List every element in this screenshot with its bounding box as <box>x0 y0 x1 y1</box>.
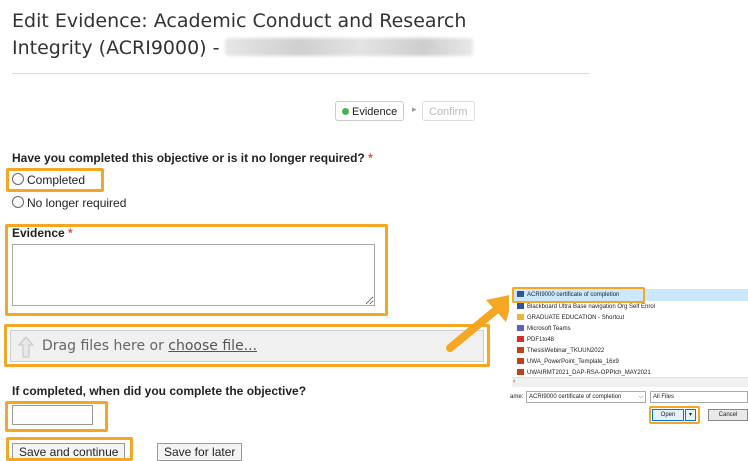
file-item[interactable]: PDF1to48 <box>517 336 554 343</box>
file-item-label: Blackboard Ultra Base navigation Org Sel… <box>527 304 656 310</box>
file-doc-icon <box>517 291 524 297</box>
title-course-text: Integrity (ACRI9000) - <box>12 37 220 59</box>
step-evidence-label: Evidence <box>352 106 398 118</box>
date-question: If completed, when did you complete the … <box>12 384 307 398</box>
pdf-icon <box>517 336 524 342</box>
file-item-label: ACRI9000 certificate of completion <box>527 292 620 298</box>
filename-label: ame: <box>510 394 524 400</box>
teams-icon <box>517 325 524 331</box>
file-item[interactable]: UWA_PowerPoint_Template_16x9 <box>517 358 619 365</box>
file-item-label: ThesisWebinar_TKUUN2022 <box>527 348 605 354</box>
required-mark: * <box>368 151 373 165</box>
step-separator-icon: ▸ <box>412 104 417 114</box>
step-confirm-label: Confirm <box>429 106 468 118</box>
scroll-left-icon[interactable]: ‹ <box>513 378 515 385</box>
file-item[interactable]: UWAIRMT2021_DAP-RSA-OPPtch_MAY2021 <box>517 369 651 376</box>
ppt-icon <box>517 358 524 364</box>
file-item-label: GRADUATE EDUCATION - Shortcut <box>527 315 625 321</box>
title-line-2: Integrity (ACRI9000) - <box>12 35 572 62</box>
file-item-label: UWA_PowerPoint_Template_16x9 <box>527 359 619 365</box>
radio-no-longer-required-label: No longer required <box>27 196 127 210</box>
highlight-completed <box>6 168 104 192</box>
file-item[interactable]: ThesisWebinar_TKUUN2022 <box>517 347 604 354</box>
step-confirm: Confirm <box>422 101 475 121</box>
folder-shortcut-icon <box>517 314 524 320</box>
file-item-label: Microsoft Teams <box>527 326 571 332</box>
file-item[interactable]: Blackboard Ultra Base navigation Org Sel… <box>517 303 655 310</box>
file-item[interactable]: ACRI9000 certificate of completion <box>517 291 619 298</box>
ppt-icon <box>517 347 524 353</box>
completion-question-label: Have you completed this objective or is … <box>12 151 365 165</box>
header-divider <box>12 73 590 74</box>
file-type-filter[interactable]: All Files <box>650 391 748 403</box>
highlight-open-button <box>649 406 700 424</box>
highlight-date <box>5 401 108 432</box>
dialog-horizontal-scrollbar[interactable] <box>512 377 748 387</box>
ppt-icon <box>517 369 524 375</box>
file-item-label: PDF1to48 <box>527 337 555 343</box>
file-item[interactable]: Microsoft Teams <box>517 325 571 332</box>
file-doc-icon <box>517 303 524 309</box>
redacted-name <box>225 38 474 56</box>
filename-value: ACRI9000 certificate of completion <box>529 394 622 400</box>
chevron-down-icon[interactable]: ⌵ <box>638 392 643 402</box>
dialog-cancel-button[interactable]: Cancel <box>708 409 748 421</box>
completion-question: Have you completed this objective or is … <box>12 151 373 165</box>
file-type-filter-value: All Files <box>653 394 675 400</box>
page-title: Edit Evidence: Academic Conduct and Rese… <box>12 8 572 62</box>
radio-no-longer-required-circle[interactable] <box>12 196 24 208</box>
highlight-save-continue <box>6 437 133 461</box>
file-item-label: UWAIRMT2021_DAP-RSA-OPPtch_MAY2021 <box>527 370 651 376</box>
step-evidence[interactable]: Evidence <box>335 101 405 121</box>
highlight-evidence <box>5 224 388 316</box>
active-step-dot-icon <box>342 108 349 115</box>
filename-input[interactable]: ACRI9000 certificate of completion ⌵ <box>526 391 646 403</box>
save-for-later-button[interactable]: Save for later <box>157 443 243 461</box>
highlight-dropzone <box>4 324 490 367</box>
file-item[interactable]: GRADUATE EDUCATION - Shortcut <box>517 314 624 321</box>
radio-no-longer-required[interactable]: No longer required <box>12 196 126 210</box>
title-line-1: Edit Evidence: Academic Conduct and Rese… <box>12 10 467 32</box>
